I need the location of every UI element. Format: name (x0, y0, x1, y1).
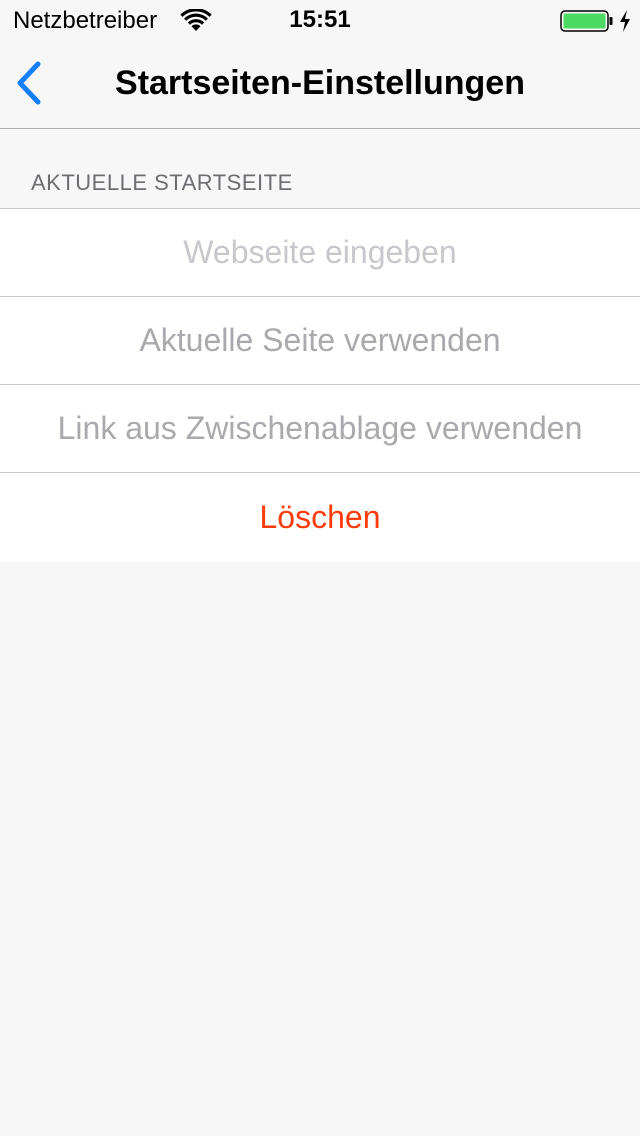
use-current-page-label: Aktuelle Seite verwenden (139, 322, 501, 358)
delete-label: Löschen (259, 499, 381, 535)
website-input-placeholder: Webseite eingeben (183, 234, 457, 270)
website-input-row[interactable]: Webseite eingeben (0, 209, 640, 297)
use-current-page-button[interactable]: Aktuelle Seite verwenden (0, 297, 640, 385)
status-time: 15:51 (289, 6, 351, 33)
navigation-bar: Startseiten-Einstellungen (0, 40, 640, 129)
battery-icon (560, 10, 614, 32)
charging-bolt-icon (618, 9, 632, 33)
homepage-options-list: Webseite eingeben Aktuelle Seite verwend… (0, 208, 640, 562)
delete-button[interactable]: Löschen (0, 473, 640, 562)
use-clipboard-link-button[interactable]: Link aus Zwischenablage verwenden (0, 385, 640, 473)
section-header: AKTUELLE STARTSEITE (31, 170, 293, 195)
use-clipboard-link-label: Link aus Zwischenablage verwenden (57, 410, 583, 446)
page-title: Startseiten-Einstellungen (115, 64, 525, 102)
status-bar: Netzbetreiber 15:51 (0, 0, 640, 40)
